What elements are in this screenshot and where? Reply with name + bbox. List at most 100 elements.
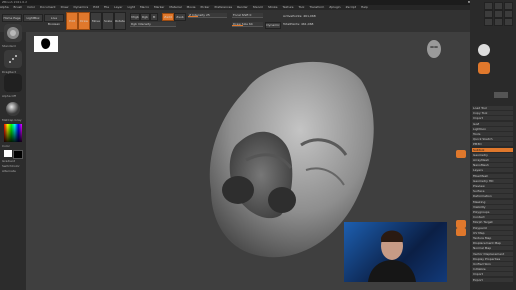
menu-item-help[interactable]: Help	[361, 5, 368, 9]
tool-palette-item[interactable]: PM3D	[472, 142, 513, 147]
menu-item-light[interactable]: Light	[127, 5, 135, 9]
rgb-button[interactable]: Rgb	[140, 13, 150, 21]
menu-item-preferences[interactable]: Preferences	[214, 5, 232, 9]
draw-button[interactable]: Draw	[78, 12, 90, 30]
tool-palette-item[interactable]: GoZ	[472, 121, 513, 126]
draw-size-slider[interactable]: Draw Size 64	[232, 22, 263, 27]
menu-item-layer[interactable]: Layer	[114, 5, 122, 9]
tool-palette-item[interactable]: Import	[472, 116, 513, 121]
tool-palette-item[interactable]: Tools	[472, 132, 513, 136]
navigation-head-icon[interactable]	[424, 38, 444, 60]
secondary-color-swatch[interactable]	[13, 150, 23, 159]
menu-item-stencil[interactable]: Stencil	[253, 5, 263, 9]
menu-item-brush[interactable]: Brush	[14, 5, 23, 9]
tool-shortcut-button[interactable]	[504, 10, 513, 18]
tool-shortcut-button[interactable]	[484, 10, 493, 18]
tool-palette-item[interactable]: Morph Target	[472, 220, 513, 225]
z-intensity-slider[interactable]: Z Intensity 25	[188, 13, 227, 18]
tool-palette-item[interactable]: Geometry	[472, 152, 513, 157]
menu-item-marker[interactable]: Marker	[154, 5, 164, 9]
tool-palette-item[interactable]: Load Tool	[472, 106, 513, 110]
shelf-button[interactable]	[456, 228, 466, 236]
tool-palette-item[interactable]: Lightbox	[472, 126, 513, 131]
menu-item-stroke[interactable]: Stroke	[268, 5, 278, 9]
tool-shortcut-button[interactable]	[504, 18, 513, 26]
tool-palette-item[interactable]: Surface	[472, 189, 513, 194]
color-picker[interactable]	[4, 124, 22, 142]
menu-item-movie[interactable]: Movie	[187, 5, 196, 9]
dynamic-button[interactable]: Dynamic	[265, 22, 281, 29]
tool-palette-item[interactable]: Texture Map	[472, 236, 513, 240]
alpha-button[interactable]	[4, 74, 22, 92]
move-button[interactable]: Move	[90, 12, 102, 30]
tool-palette-item[interactable]: Export	[472, 277, 513, 282]
current-tool-thumbnail[interactable]	[478, 44, 490, 56]
tool-shortcut-button[interactable]	[494, 18, 503, 26]
tool-palette-item[interactable]: Geometry HD	[472, 178, 513, 183]
tool-palette-item[interactable]: Displacement Map	[472, 241, 513, 246]
tool-palette-item[interactable]: Normal Map	[472, 246, 513, 251]
lightbox-button[interactable]: LightBox	[23, 14, 43, 22]
edit-button[interactable]: Edit	[66, 12, 78, 30]
tool-palette-item[interactable]: Preview	[472, 184, 513, 188]
tool-palette-item[interactable]: UV Map	[472, 230, 513, 235]
menu-item-zplugin[interactable]: Zplugin	[329, 5, 340, 9]
tool-palette-item[interactable]: Display Properties	[472, 256, 513, 261]
menu-item-document[interactable]: Document	[40, 5, 56, 9]
tool-palette-item[interactable]: Polygroups	[472, 210, 513, 214]
live-boolean-button[interactable]: Live Boolean	[44, 14, 64, 26]
focal-shift-slider[interactable]: Focal Shift 0	[232, 13, 263, 18]
menu-item-file[interactable]: File	[104, 5, 109, 9]
menu-item-draw[interactable]: Draw	[61, 5, 69, 9]
tool-shortcut-button[interactable]	[504, 2, 513, 10]
mrgb-button[interactable]: Mrgb	[130, 13, 140, 21]
tool-palette-item[interactable]: NanoMesh	[472, 163, 513, 168]
tool-palette-item[interactable]: Vector Displacement	[472, 251, 513, 256]
menu-item-macro[interactable]: Macro	[140, 5, 149, 9]
shelf-button[interactable]	[456, 220, 466, 228]
zsub-button[interactable]: Zsub	[174, 13, 186, 21]
subtool-preview[interactable]	[494, 92, 508, 98]
tool-palette-item[interactable]: Copy Tool	[472, 111, 513, 116]
rgb-intensity-slider[interactable]: Rgb Intensity	[130, 22, 176, 27]
tool-palette-item[interactable]: Unified Skin	[472, 262, 513, 266]
simplebrush-thumbnail[interactable]	[478, 62, 490, 74]
tool-palette-item[interactable]: Deformation	[472, 194, 513, 199]
home-page-button[interactable]: Home Page	[2, 14, 22, 22]
menu-item-transform[interactable]: Transform	[309, 5, 324, 9]
menu-item-edit[interactable]: Edit	[93, 5, 99, 9]
menu-item-zscript[interactable]: Zscript	[346, 5, 356, 9]
shelf-button[interactable]	[456, 150, 466, 158]
tool-palette-item[interactable]: FiberMesh	[472, 173, 513, 178]
tool-palette-item[interactable]: Layers	[472, 168, 513, 173]
m-button[interactable]: M	[150, 13, 158, 21]
tool-palette-item[interactable]: Import	[472, 272, 513, 277]
zadd-button[interactable]: Zadd	[162, 13, 174, 21]
tool-palette-item[interactable]: ArrayMesh	[472, 158, 513, 162]
tool-palette-item[interactable]: Visibility	[472, 204, 513, 209]
tool-shortcut-button[interactable]	[494, 2, 503, 10]
menu-item-render[interactable]: Render	[237, 5, 248, 9]
tool-palette-item[interactable]: Quick Sketch	[472, 137, 513, 142]
stroke-button[interactable]	[4, 50, 22, 68]
tool-palette-item[interactable]: Contact	[472, 215, 513, 220]
menu-item-material[interactable]: Material	[169, 5, 181, 9]
menu-item-texture[interactable]: Texture	[283, 5, 294, 9]
menu-item-alpha[interactable]: Alpha	[0, 5, 9, 9]
rotate-button[interactable]: Rotate	[114, 12, 126, 30]
menu-item-tool[interactable]: Tool	[298, 5, 304, 9]
menu-item-color[interactable]: Color	[27, 5, 35, 9]
standard-brush-button[interactable]	[4, 24, 22, 42]
tool-palette-item[interactable]: Masking	[472, 199, 513, 204]
menu-item-picker[interactable]: Picker	[201, 5, 210, 9]
tool-palette-item[interactable]: Initialize	[472, 267, 513, 272]
menu-item-dynamics[interactable]: Dynamics	[73, 5, 88, 9]
tool-palette-item[interactable]: Polypaint	[472, 225, 513, 230]
tool-palette-item[interactable]: Subtool	[472, 147, 513, 152]
scale-button[interactable]: Scale	[102, 12, 114, 30]
material-button[interactable]	[4, 100, 22, 118]
main-color-swatch[interactable]	[4, 150, 12, 157]
tool-shortcut-button[interactable]	[494, 10, 503, 18]
tool-shortcut-button[interactable]	[484, 18, 493, 26]
tool-shortcut-button[interactable]	[484, 2, 493, 10]
